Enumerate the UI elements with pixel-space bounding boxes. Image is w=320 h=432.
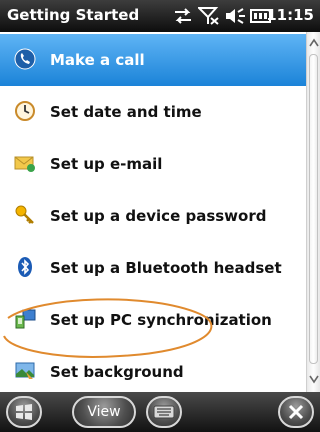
list-item-make-a-call[interactable]: Make a call xyxy=(0,34,306,86)
windows-start-icon xyxy=(16,404,32,420)
no-signal-icon[interactable] xyxy=(198,7,220,25)
speaker-icon[interactable] xyxy=(224,7,246,25)
sync-icon[interactable] xyxy=(172,7,194,25)
list-item-set-up-email[interactable]: Set up e-mail xyxy=(0,138,306,190)
list-item-set-background[interactable]: Set background xyxy=(0,346,306,392)
list-item-set-date-and-time[interactable]: Set date and time xyxy=(0,86,306,138)
clock-icon xyxy=(15,101,35,121)
scroll-up-arrow-icon[interactable] xyxy=(309,36,319,50)
app-title: Getting Started xyxy=(7,6,140,24)
keyboard-button[interactable] xyxy=(146,396,182,428)
list-item-label: Set up a Bluetooth headset xyxy=(50,259,282,277)
phone-icon xyxy=(14,48,36,70)
list-item-label: Set date and time xyxy=(50,103,202,121)
list-item-label: Set up PC synchronization xyxy=(50,311,272,329)
view-button-label: View xyxy=(87,404,121,420)
list-item-set-up-bluetooth-headset[interactable]: Set up a Bluetooth headset xyxy=(0,242,306,294)
vertical-scrollbar[interactable] xyxy=(306,32,320,392)
list-item-label: Make a call xyxy=(50,51,145,69)
status-bar: Getting Started 11:15 xyxy=(0,0,320,32)
clock-time[interactable]: 11:15 xyxy=(266,6,314,24)
list-item-set-up-device-password[interactable]: Set up a device password xyxy=(0,190,306,242)
envelope-icon xyxy=(14,156,35,172)
close-icon xyxy=(288,404,304,420)
keyboard-icon xyxy=(153,405,175,419)
list-item-label: Set background xyxy=(50,363,184,381)
scrollbar-thumb[interactable] xyxy=(309,54,318,364)
list-item-label: Set up a device password xyxy=(50,207,267,225)
scroll-down-arrow-icon[interactable] xyxy=(309,372,319,386)
background-icon xyxy=(15,362,35,379)
start-button[interactable] xyxy=(6,396,42,428)
bluetooth-icon xyxy=(18,257,32,277)
list-item-set-up-pc-synchronization[interactable]: Set up PC synchronization xyxy=(0,294,306,346)
view-button[interactable]: View xyxy=(72,396,136,428)
key-icon xyxy=(15,205,34,224)
softkey-bar: View xyxy=(0,392,320,432)
pc-sync-icon xyxy=(15,309,36,329)
getting-started-list: Make a call Set date and time Set up e-m… xyxy=(0,32,306,392)
list-item-label: Set up e-mail xyxy=(50,155,163,173)
close-button[interactable] xyxy=(278,396,314,428)
